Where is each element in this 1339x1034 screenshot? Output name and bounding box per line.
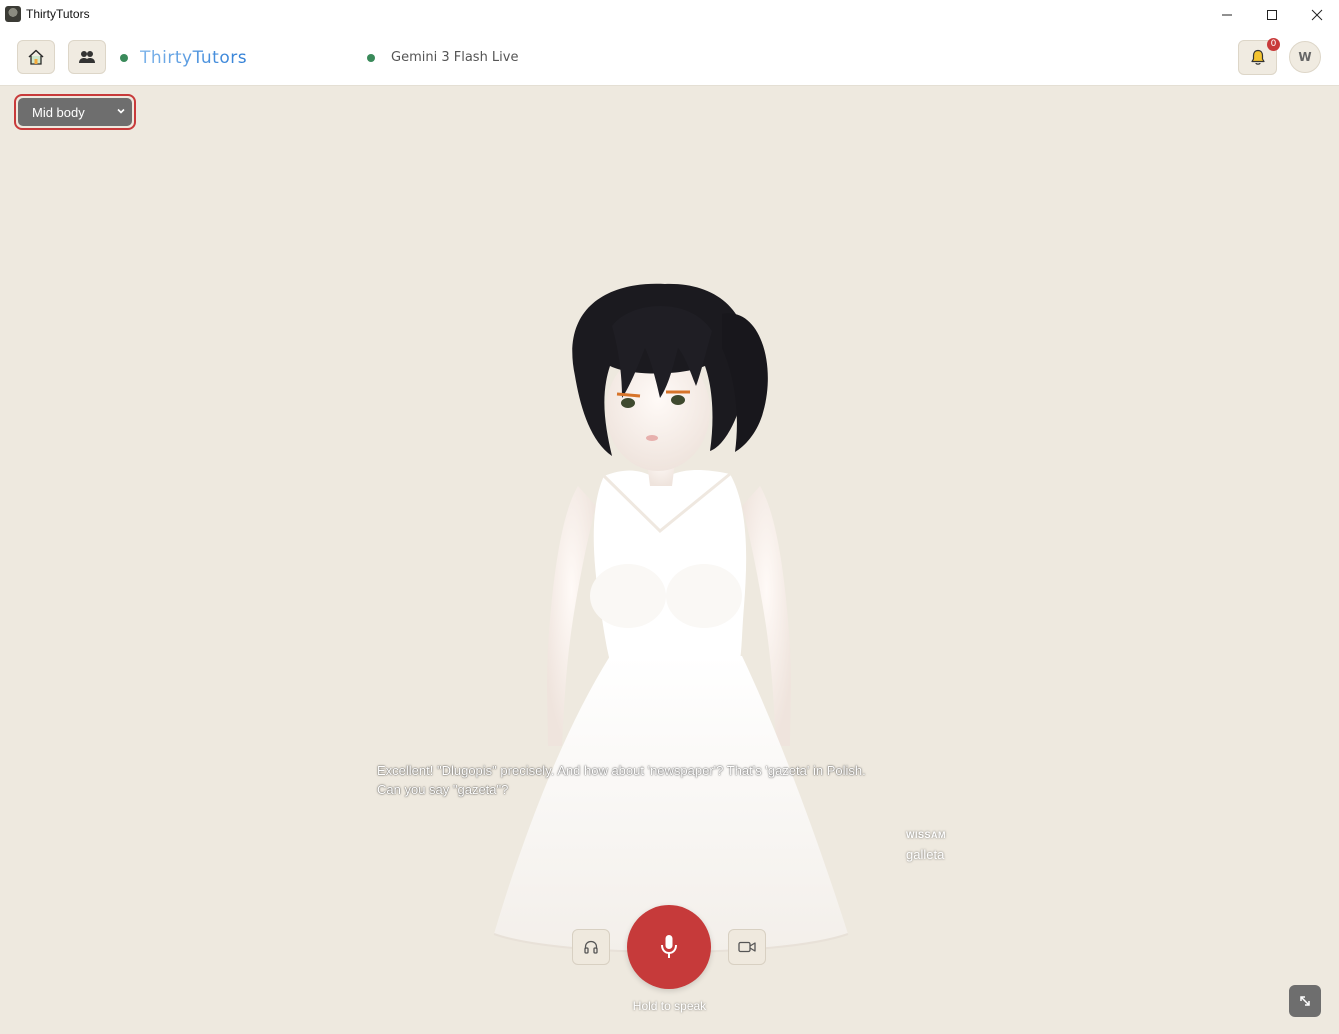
hold-to-speak-label: Hold to speak — [632, 999, 707, 1013]
close-window-button[interactable] — [1294, 0, 1339, 30]
avatar-stage: Excellent! "Dlugopis" precisely. And how… — [0, 86, 1339, 1034]
home-icon — [28, 49, 44, 65]
audio-output-button[interactable] — [572, 929, 610, 965]
video-camera-button[interactable] — [728, 929, 766, 965]
expand-view-button[interactable] — [1289, 985, 1321, 1017]
home-button[interactable] — [17, 40, 55, 74]
minimize-icon — [1222, 14, 1232, 16]
app-header: ThirtyTutors Gemini 3 Flash Live 0 W — [0, 30, 1339, 86]
brand-name: ThirtyTutors — [140, 48, 248, 68]
user-speaker-name: WISSAM — [906, 830, 946, 840]
people-icon — [79, 51, 95, 63]
tutor-avatar-character — [493, 283, 849, 953]
video-camera-icon — [738, 941, 756, 953]
connection-status-dot — [120, 54, 128, 62]
tutors-button[interactable] — [68, 40, 106, 74]
close-icon — [1311, 9, 1323, 21]
app-logo-icon — [5, 6, 21, 22]
tutor-caption-line-2: Can you say "gazeta"? — [377, 782, 509, 797]
expand-icon — [1300, 996, 1310, 1006]
model-status-dot — [367, 54, 375, 62]
tutor-caption: Excellent! "Dlugopis" precisely. And how… — [377, 761, 947, 799]
microphone-icon — [661, 935, 677, 958]
window-title: ThirtyTutors — [26, 7, 90, 21]
tutor-caption-line-1: Excellent! "Dlugopis" precisely. And how… — [377, 763, 866, 778]
minimize-button[interactable] — [1204, 0, 1250, 30]
user-transcript: galleta — [906, 847, 945, 862]
bell-icon — [1250, 49, 1265, 65]
hold-to-speak-button[interactable] — [627, 905, 711, 989]
model-label: Gemini 3 Flash Live — [391, 50, 519, 65]
headphones-icon — [584, 940, 598, 954]
user-avatar[interactable]: W — [1289, 41, 1321, 73]
window-title-bar: ThirtyTutors — [0, 0, 1339, 30]
maximize-button[interactable] — [1249, 0, 1295, 30]
maximize-icon — [1267, 10, 1277, 20]
notification-count-badge: 0 — [1267, 38, 1280, 51]
